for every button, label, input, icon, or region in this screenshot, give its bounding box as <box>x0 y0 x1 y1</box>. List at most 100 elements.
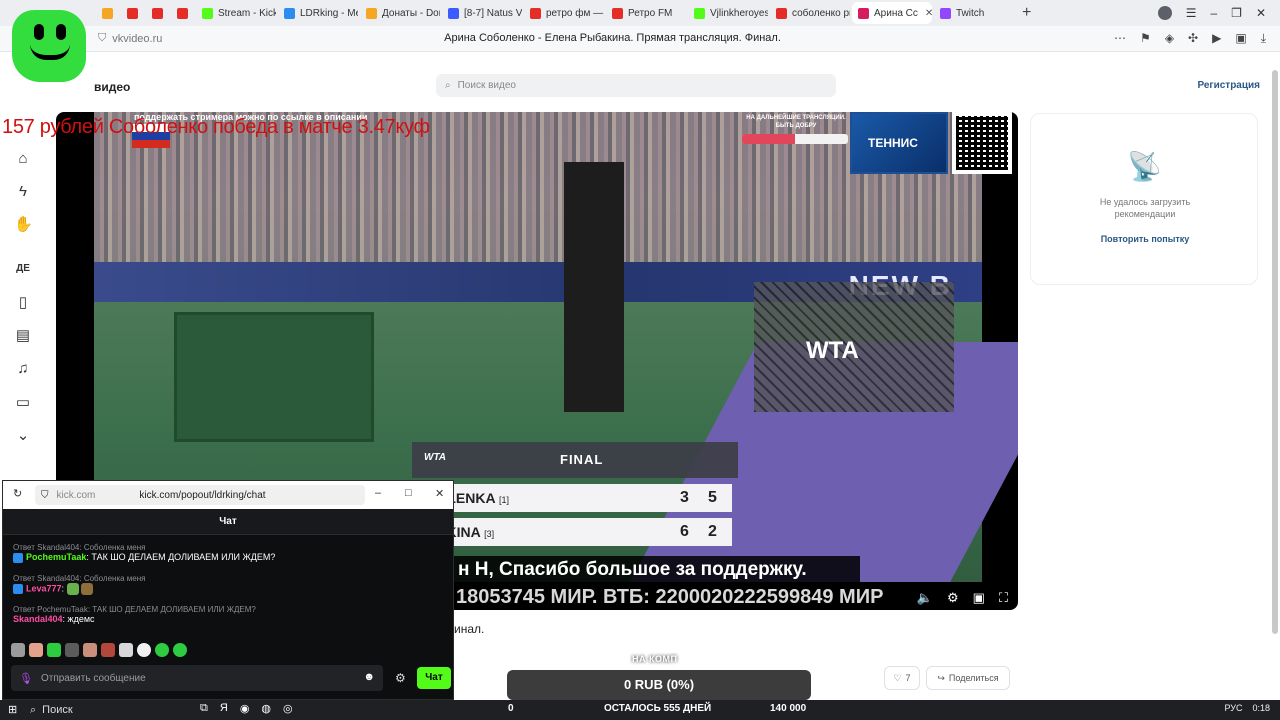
emote-icon[interactable] <box>11 643 25 657</box>
emote-icon[interactable] <box>65 643 79 657</box>
tab-label: [8-7] Natus Vin <box>464 7 522 19</box>
taskbar-apps: ⧉ Я ◉ ◍ ◎ <box>200 702 293 715</box>
chat-username[interactable]: PochemuTaak <box>26 552 86 562</box>
browser-tab[interactable]: Арина Сс ✕ <box>852 2 932 24</box>
recommendations-panel: 📡 Не удалось загрузить рекомендации Повт… <box>1030 113 1258 285</box>
chat-username[interactable]: Skandal404 <box>13 614 63 624</box>
language-indicator[interactable]: РУС <box>1224 703 1242 713</box>
popup-close-button[interactable]: ✕ <box>435 487 444 500</box>
chat-send-button[interactable]: Чат <box>417 667 451 689</box>
clock[interactable]: 0:18 <box>1252 703 1270 713</box>
pip-icon[interactable]: ▣ <box>973 590 985 606</box>
music-icon[interactable]: ♫ <box>14 360 32 378</box>
donation-amount: 0 RUB (0%) <box>507 670 811 700</box>
page-title: Арина Соболенко - Елена Рыбакина. Прямая… <box>444 32 781 44</box>
tab-label: Twitch <box>956 7 985 19</box>
more-icon[interactable]: ⋯ <box>1114 31 1126 46</box>
profile-avatar[interactable] <box>1157 6 1172 20</box>
chat-input[interactable]: 🎙 Отправить сообщение ☻ <box>11 665 383 691</box>
browser-tab[interactable] <box>121 2 144 24</box>
browser-tab[interactable]: Донаты - Dona <box>360 2 440 24</box>
set2-score: 5 <box>708 489 717 506</box>
browser-tab-bar: Stream - Kick D LDRking - Medi Донаты - Do… <box>0 0 1280 26</box>
film-icon[interactable]: ▤ <box>14 327 32 345</box>
browser-tab[interactable] <box>96 2 119 24</box>
mic-icon[interactable]: 🎙 <box>19 672 33 685</box>
frog-eye-right <box>56 24 66 40</box>
browser-tab[interactable]: Ретро FM <box>606 2 686 24</box>
home-icon[interactable]: ⌂ <box>14 150 32 168</box>
bookmark-icon[interactable]: ⚑ <box>1140 31 1151 46</box>
register-link[interactable]: Регистрация <box>1197 80 1260 91</box>
emote-icon[interactable] <box>29 643 43 657</box>
chevron-down-icon[interactable]: ⌄ <box>14 427 32 445</box>
smile-icon[interactable]: ☻ <box>363 671 375 683</box>
new-tab-button[interactable]: + <box>1022 4 1031 22</box>
emote-icon[interactable] <box>173 643 187 657</box>
tab-close-icon[interactable]: ✕ <box>925 8 932 19</box>
emote-icon <box>66 583 79 595</box>
close-window-button[interactable]: ✕ <box>1256 6 1266 20</box>
qr-pattern <box>956 116 1008 170</box>
protect-icon[interactable]: ◈ <box>1165 31 1174 46</box>
steam-icon[interactable]: ◍ <box>261 702 271 715</box>
browser-tab[interactable]: ретро фм — Я <box>524 2 604 24</box>
settings-icon[interactable]: ⚙ <box>947 590 959 606</box>
download-icon[interactable]: ⤓ <box>1261 31 1266 46</box>
browser-icon[interactable]: ◉ <box>240 702 250 715</box>
umpire-chair <box>564 162 624 412</box>
reload-icon[interactable]: ↻ <box>13 487 22 500</box>
chat-text: ждемс <box>67 614 95 624</box>
extensions-icon[interactable]: ✣ <box>1188 31 1198 46</box>
donation-collected: 0 <box>508 703 514 714</box>
browser-tab[interactable]: Stream - Kick D <box>196 2 276 24</box>
browser-tab[interactable]: соболенко ры <box>770 2 850 24</box>
tab-favicon-icon <box>127 7 138 19</box>
windows-icon[interactable]: ⊞ <box>8 703 17 716</box>
page-scrollbar[interactable] <box>1272 70 1278 634</box>
retry-link[interactable]: Повторить попытку <box>1031 234 1259 244</box>
popup-minimize-button[interactable]: – <box>375 487 381 499</box>
browser-tab[interactable]: [8-7] Natus Vin <box>442 2 522 24</box>
browser-tab[interactable]: Vjlinkheroyes S <box>688 2 768 24</box>
menu-icon[interactable]: ☰ <box>1186 6 1197 20</box>
tab-favicon-icon <box>202 7 213 19</box>
emote-icon[interactable] <box>47 643 61 657</box>
browser-tab[interactable]: Twitch <box>934 2 1014 24</box>
book-icon[interactable]: ▯ <box>14 294 32 312</box>
site-brand[interactable]: видео <box>94 80 130 94</box>
emote-icon[interactable] <box>155 643 169 657</box>
popup-maximize-button[interactable]: □ <box>405 487 412 499</box>
ticker-thanks: н Н, Спасибо большое за поддержку. <box>452 556 860 584</box>
volume-icon[interactable]: 🔈 <box>917 590 933 606</box>
obs-icon[interactable]: ◎ <box>283 702 293 715</box>
emote-icon[interactable] <box>83 643 97 657</box>
emote-icon[interactable] <box>119 643 133 657</box>
taskbar-search[interactable]: ⌕ Поиск <box>30 702 190 718</box>
search-input[interactable]: ⌕ Поиск видео <box>436 74 836 97</box>
browser-tab[interactable]: LDRking - Medi <box>278 2 358 24</box>
emote-icon[interactable] <box>137 643 151 657</box>
browser-tab[interactable] <box>171 2 194 24</box>
yandex-icon[interactable]: Я <box>220 702 228 715</box>
browser-tab[interactable] <box>146 2 169 24</box>
qr-code <box>952 112 1012 174</box>
emote-icon[interactable] <box>101 643 115 657</box>
maximize-button[interactable]: ❐ <box>1231 6 1242 20</box>
lightning-icon[interactable]: ϟ <box>14 183 32 201</box>
share-button[interactable]: ↪ Поделиться <box>926 666 1010 690</box>
chat-username[interactable]: Leva777 <box>26 583 62 593</box>
minimize-button[interactable]: – <box>1210 6 1217 20</box>
search-placeholder: Поиск видео <box>457 80 516 91</box>
collections-icon[interactable]: ▣ <box>1235 31 1246 46</box>
tv-icon[interactable]: ▭ <box>14 394 32 412</box>
popup-url-field[interactable]: ⛉ kick.com kick.com/popout/ldrking/chat <box>35 485 365 505</box>
score-row: ABALENKA [1] 3 5 <box>412 484 732 512</box>
play-icon[interactable]: ▶ <box>1212 31 1221 46</box>
task-view-icon[interactable]: ⧉ <box>200 702 208 715</box>
like-button[interactable]: ♡ 7 <box>884 666 920 690</box>
fullscreen-icon[interactable]: ⛶ <box>999 590 1008 606</box>
kids-icon[interactable]: ДЕ <box>14 260 32 278</box>
hand-icon[interactable]: ✋ <box>14 216 33 234</box>
chat-settings-icon[interactable]: ⚙ <box>395 671 406 685</box>
